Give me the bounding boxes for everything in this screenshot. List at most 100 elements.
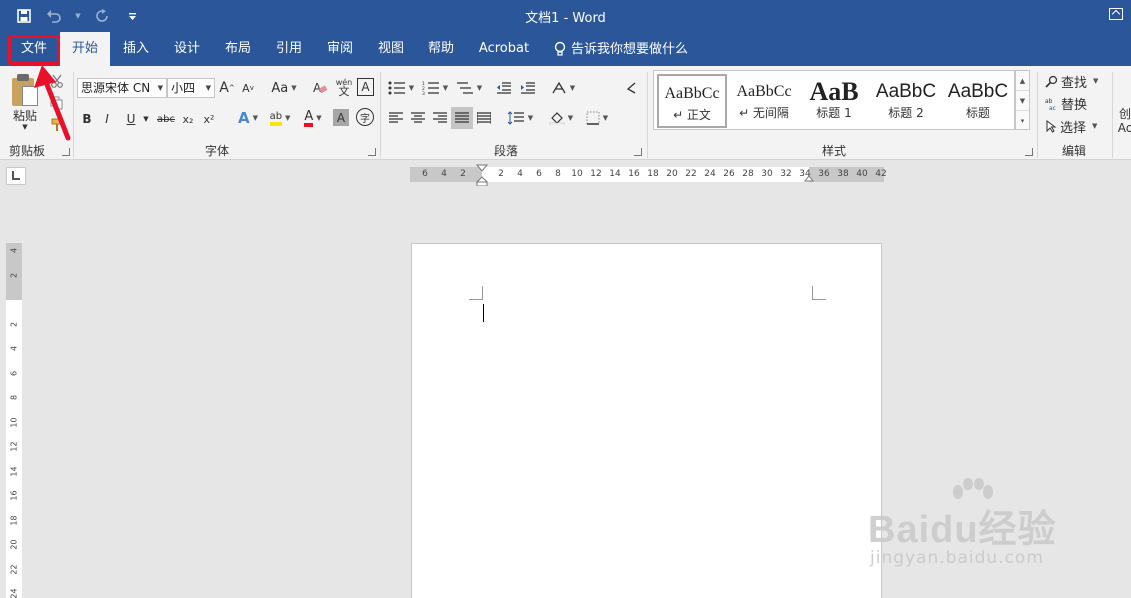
font-size-dropdown-icon[interactable]: ▼ bbox=[206, 79, 211, 97]
vertical-ruler[interactable]: 4 2 2 4 6 8 10 12 14 16 18 20 22 24 bbox=[6, 243, 22, 598]
gallery-up-icon[interactable]: ▲ bbox=[1016, 71, 1029, 91]
line-spacing-button[interactable]: ▼ bbox=[504, 108, 536, 128]
gallery-down-icon[interactable]: ▼ bbox=[1016, 91, 1029, 111]
underline-dropdown-icon[interactable]: ▼ bbox=[141, 110, 151, 128]
align-right-icon[interactable] bbox=[430, 108, 450, 128]
style-normal[interactable]: AaBbCc ↵ 正文 bbox=[657, 74, 727, 128]
ruler-tick-label: 2 bbox=[9, 321, 19, 327]
baidu-jingyan-watermark: Baidu经验 jingyan.baidu.com bbox=[868, 478, 1128, 588]
watermark-main-text: Baidu经验 bbox=[868, 509, 1057, 551]
asian-layout-button[interactable]: ▼ bbox=[548, 78, 578, 98]
tab-layout[interactable]: 布局 bbox=[214, 32, 262, 66]
tab-acrobat[interactable]: Acrobat bbox=[472, 32, 536, 66]
tab-selector-icon[interactable] bbox=[6, 167, 26, 185]
ruler-tick-label: 24 bbox=[9, 588, 19, 598]
font-color-button[interactable]: A ▼ bbox=[298, 108, 328, 128]
title-bar: ▼ 文档1 - Word bbox=[0, 0, 1131, 32]
ruler-tick-label: 18 bbox=[647, 169, 659, 179]
font-size-value: 小四 bbox=[171, 81, 196, 95]
tab-design[interactable]: 设计 bbox=[163, 32, 211, 66]
character-shading-button[interactable]: A bbox=[333, 109, 349, 126]
tab-references[interactable]: 引用 bbox=[265, 32, 313, 66]
ruler-tick-label: 40 bbox=[856, 169, 868, 179]
bullets-button[interactable]: ▼ bbox=[386, 78, 416, 98]
editing-group-label: 编辑 bbox=[1062, 144, 1087, 158]
font-name-combo[interactable]: 思源宋体 CN ▼ bbox=[77, 78, 167, 98]
paragraph-launcher-icon[interactable] bbox=[634, 148, 642, 156]
ruler-tick-label: 28 bbox=[742, 169, 754, 179]
underline-button[interactable]: U bbox=[124, 110, 138, 128]
tab-view[interactable]: 视图 bbox=[367, 32, 415, 66]
increase-indent-icon[interactable] bbox=[518, 78, 538, 98]
first-line-indent-marker-icon[interactable] bbox=[476, 164, 488, 186]
ruler-tick-label: 20 bbox=[666, 169, 678, 179]
find-button[interactable]: 查找 ▼ bbox=[1045, 72, 1107, 91]
numbering-button[interactable]: 1 2 3 ▼ bbox=[420, 78, 450, 98]
ruler-tick-label: 30 bbox=[761, 169, 773, 179]
shrink-font-button[interactable]: Av bbox=[240, 78, 256, 98]
ruler-tick-label: 6 bbox=[9, 370, 19, 376]
horizontal-ruler[interactable]: 6 4 2 2 4 6 8 10 12 14 16 18 20 22 24 26 28 30 32 34 36 38 40 4… bbox=[410, 164, 887, 186]
italic-button[interactable]: I bbox=[100, 110, 114, 128]
clear-formatting-icon[interactable]: A bbox=[310, 78, 330, 98]
ribbon-tab-row: 文件 开始 插入 设计 布局 引用 审阅 视图 帮助 Acrobat 告诉我你想… bbox=[0, 32, 1131, 66]
borders-button[interactable]: ▼ bbox=[582, 108, 612, 128]
grow-font-button[interactable]: A ^ bbox=[219, 78, 235, 98]
font-launcher-icon[interactable] bbox=[368, 148, 376, 156]
ruler-tick-label: 12 bbox=[590, 169, 602, 179]
highlight-color-button[interactable]: ab ▼ bbox=[265, 108, 295, 128]
text-cursor bbox=[483, 304, 484, 322]
character-border-button[interactable]: A bbox=[357, 78, 374, 96]
document-title: 文档1 - Word bbox=[525, 11, 606, 26]
phonetic-guide-button[interactable]: wén 文 bbox=[334, 76, 354, 98]
multilevel-list-button[interactable]: ▼ bbox=[454, 78, 484, 98]
bold-button[interactable]: B bbox=[80, 110, 94, 128]
ruler-tick-label: 4 bbox=[9, 345, 19, 352]
ruler-tick-label: 2 bbox=[9, 272, 19, 278]
distributed-icon[interactable] bbox=[474, 108, 494, 128]
clipboard-launcher-icon[interactable] bbox=[62, 148, 70, 156]
ruler-tick-label: 10 bbox=[571, 169, 583, 179]
select-button[interactable]: 选择 ▼ bbox=[1045, 117, 1107, 136]
ruler-tick-label: 2 bbox=[498, 169, 504, 179]
show-hide-marks-icon[interactable] bbox=[622, 78, 640, 98]
tab-home[interactable]: 开始 bbox=[60, 32, 110, 66]
decrease-indent-icon[interactable] bbox=[494, 78, 514, 98]
style-title[interactable]: AaBbC 标题 bbox=[943, 74, 1013, 128]
styles-launcher-icon[interactable] bbox=[1025, 148, 1033, 156]
tab-insert[interactable]: 插入 bbox=[112, 32, 160, 66]
strikethrough-button[interactable]: abc bbox=[155, 110, 177, 128]
shading-button[interactable]: ▼ bbox=[546, 108, 576, 128]
superscript-button[interactable]: x² bbox=[201, 110, 217, 128]
cut-off-group-text-2: Ac bbox=[1117, 121, 1131, 135]
change-case-button[interactable]: Aa ▼ bbox=[269, 78, 299, 98]
ruler-tick-label: 14 bbox=[609, 169, 621, 179]
font-size-combo[interactable]: 小四 ▼ bbox=[167, 78, 215, 98]
align-center-icon[interactable] bbox=[408, 108, 428, 128]
ruler-tick-label: 34 bbox=[799, 169, 811, 179]
style-heading-2[interactable]: AaBbC 标题 2 bbox=[871, 74, 941, 128]
ruler-tick-label: 8 bbox=[9, 394, 19, 401]
justify-icon[interactable] bbox=[451, 107, 473, 129]
style-no-spacing[interactable]: AaBbCc ↵ 无间隔 bbox=[729, 74, 799, 128]
tab-review[interactable]: 审阅 bbox=[316, 32, 364, 66]
replace-icon: abac bbox=[1045, 98, 1056, 110]
gallery-more-icon[interactable]: ▾ bbox=[1016, 111, 1029, 131]
styles-group-label: 样式 bbox=[822, 144, 847, 158]
align-left-icon[interactable] bbox=[386, 108, 406, 128]
ruler-tick-label: 18 bbox=[9, 514, 19, 526]
enclose-characters-button[interactable]: 字 bbox=[356, 108, 374, 126]
tell-me-box[interactable]: 告诉我你想要做什么 bbox=[553, 32, 688, 66]
font-name-dropdown-icon[interactable]: ▼ bbox=[158, 79, 163, 97]
tab-help[interactable]: 帮助 bbox=[417, 32, 465, 66]
margin-corner-mark bbox=[469, 286, 483, 300]
text-effects-button[interactable]: A ▼ bbox=[233, 108, 263, 128]
replace-button[interactable]: ab ac 替换 bbox=[1045, 94, 1107, 113]
subscript-button[interactable]: x₂ bbox=[180, 110, 196, 128]
ruler-tick-label: 20 bbox=[9, 539, 19, 550]
style-heading-1[interactable]: AaB 标题 1 bbox=[799, 74, 869, 128]
ribbon-display-options-icon[interactable] bbox=[1109, 8, 1123, 20]
document-page[interactable] bbox=[411, 243, 882, 598]
svg-text:ab: ab bbox=[1045, 98, 1053, 105]
ruler-tick-label: 24 bbox=[704, 169, 716, 179]
